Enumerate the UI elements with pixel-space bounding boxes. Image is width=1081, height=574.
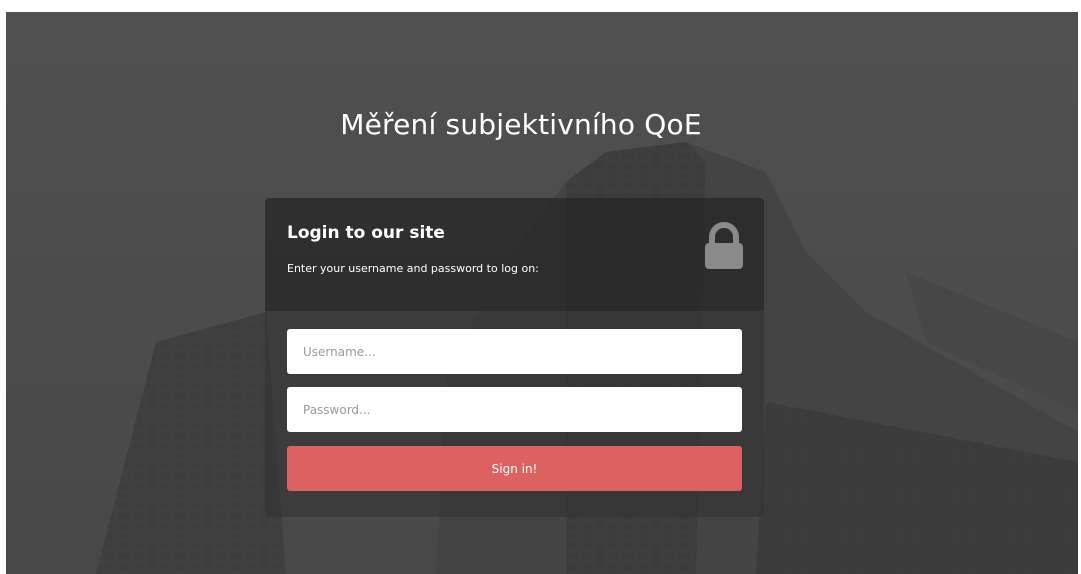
login-form-header: Login to our site Enter your username an… (265, 198, 764, 311)
page-title: Měření subjektivního QoE (340, 108, 702, 141)
login-subtitle: Enter your username and password to log … (287, 262, 539, 275)
login-form: Login to our site Enter your username an… (265, 198, 764, 517)
sign-in-button[interactable]: Sign in! (287, 446, 742, 491)
login-page: Měření subjektivního QoE Login to our si… (6, 12, 1078, 574)
username-field[interactable] (287, 329, 742, 374)
login-title: Login to our site (287, 223, 445, 243)
lock-icon (705, 222, 743, 269)
password-field[interactable] (287, 387, 742, 432)
